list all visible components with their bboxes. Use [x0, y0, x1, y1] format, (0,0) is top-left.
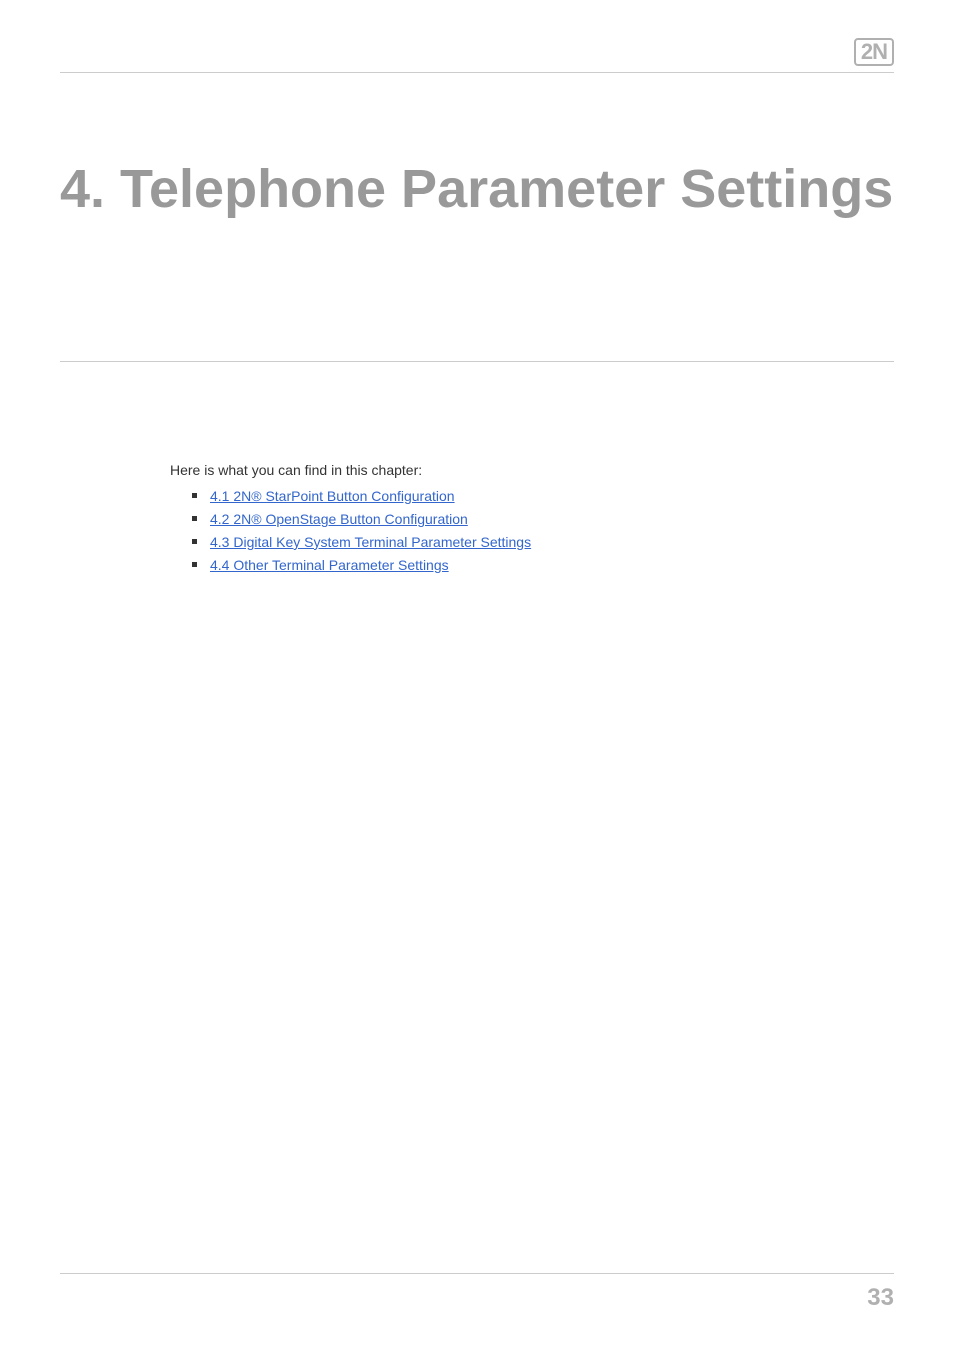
chapter-link[interactable]: 4.1 2N® StarPoint Button Configuration	[210, 488, 455, 504]
brand-logo-text: 2N	[861, 41, 887, 63]
chapter-link[interactable]: 4.3 Digital Key System Terminal Paramete…	[210, 534, 531, 550]
list-item: 4.4 Other Terminal Parameter Settings	[210, 555, 894, 576]
chapter-link[interactable]: 4.4 Other Terminal Parameter Settings	[210, 557, 449, 573]
list-item: 4.1 2N® StarPoint Button Configuration	[210, 486, 894, 507]
intro-text: Here is what you can find in this chapte…	[170, 462, 894, 478]
chapter-link[interactable]: 4.2 2N® OpenStage Button Configuration	[210, 511, 468, 527]
page-number: 33	[867, 1284, 894, 1311]
divider	[60, 361, 894, 362]
page-container: 2N 4. Telephone Parameter Settings Here …	[0, 0, 954, 1350]
brand-logo: 2N	[854, 38, 894, 66]
content-area: Here is what you can find in this chapte…	[60, 462, 894, 1350]
list-item: 4.2 2N® OpenStage Button Configuration	[210, 509, 894, 530]
list-item: 4.3 Digital Key System Terminal Paramete…	[210, 532, 894, 553]
chapter-link-list: 4.1 2N® StarPoint Button Configuration 4…	[170, 486, 894, 576]
page-title: 4. Telephone Parameter Settings	[60, 153, 894, 226]
footer: 33	[60, 1273, 894, 1312]
header-bar: 2N	[60, 38, 894, 73]
